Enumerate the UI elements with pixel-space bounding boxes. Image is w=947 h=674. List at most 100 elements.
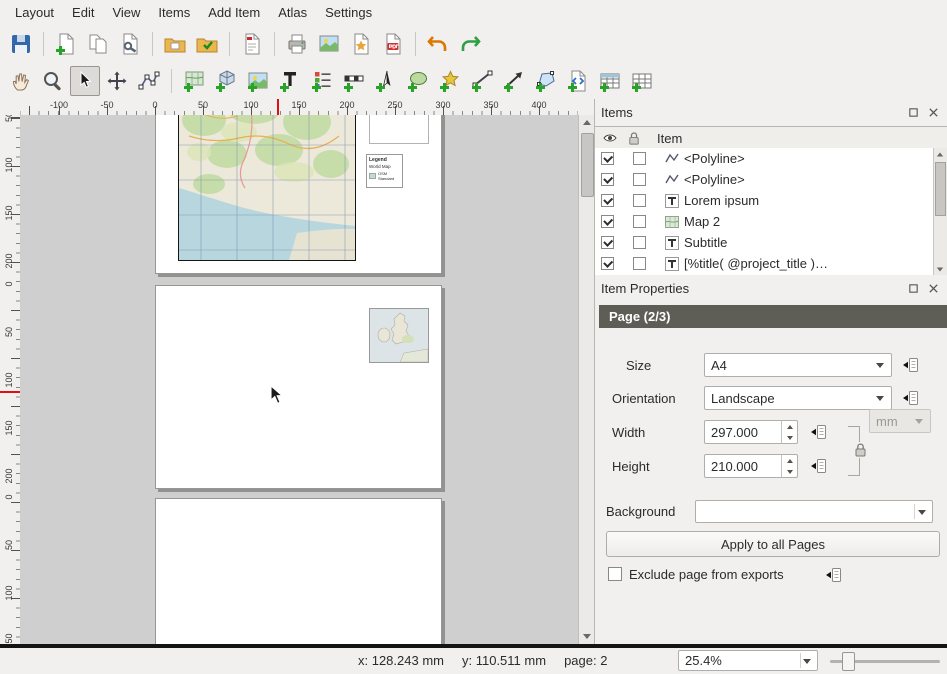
menu-item[interactable]: Edit [63, 2, 103, 23]
exclude-page-checkbox[interactable] [608, 567, 622, 581]
add-3d-map-button[interactable] [211, 66, 241, 96]
edit-nodes-tool-button[interactable] [134, 66, 164, 96]
layout-page-1[interactable]: Legend World Map OSM Standard [155, 115, 442, 274]
new-layout-button[interactable] [51, 29, 81, 59]
items-list-row[interactable]: <Polyline> [595, 148, 947, 169]
add-items-from-template-button[interactable] [160, 29, 190, 59]
spin-buttons[interactable] [781, 421, 797, 443]
add-attribute-table-button[interactable] [595, 66, 625, 96]
item-visibility-checkbox[interactable] [601, 173, 614, 186]
items-list-row[interactable]: [%title( @project_title )… [595, 253, 947, 274]
map-item[interactable] [178, 115, 356, 261]
item-visibility-checkbox[interactable] [601, 194, 614, 207]
layout-page-2[interactable] [155, 285, 442, 489]
legend-item[interactable]: Legend World Map OSM Standard [366, 154, 403, 188]
orientation-select[interactable]: Landscape [704, 386, 892, 410]
print-button[interactable] [282, 29, 312, 59]
apply-to-all-pages-button[interactable]: Apply to all Pages [606, 531, 940, 557]
new-report-button[interactable] [237, 29, 267, 59]
layout-manager-button[interactable] [115, 29, 145, 59]
item-lock-checkbox[interactable] [633, 236, 646, 249]
item-visibility-checkbox[interactable] [601, 152, 614, 165]
menu-item[interactable]: Items [149, 2, 199, 23]
scrollbar-thumb[interactable] [581, 133, 594, 197]
spin-down-arrow[interactable] [782, 432, 797, 443]
slider-handle[interactable] [842, 652, 855, 671]
undo-button[interactable] [423, 29, 453, 59]
add-north-arrow-button[interactable] [371, 66, 401, 96]
add-html-button[interactable] [563, 66, 593, 96]
scroll-up-arrow[interactable] [934, 148, 946, 160]
item-visibility-checkbox[interactable] [601, 215, 614, 228]
width-spinbox[interactable]: 297.000 [704, 420, 798, 444]
layout-viewport[interactable]: Legend World Map OSM Standard [20, 115, 578, 644]
size-data-defined-button[interactable] [898, 353, 922, 377]
scrollbar-thumb[interactable] [935, 162, 946, 216]
items-list-row[interactable]: Subtitle [595, 232, 947, 253]
scroll-down-arrow[interactable] [579, 629, 594, 644]
page-section-header[interactable]: Page (2/3) [599, 305, 947, 328]
scroll-up-arrow[interactable] [579, 115, 594, 130]
menu-item[interactable]: View [103, 2, 149, 23]
pan-tool-button[interactable] [6, 66, 36, 96]
export-pdf-button[interactable] [378, 29, 408, 59]
add-line-button[interactable] [467, 66, 497, 96]
add-arrow-button[interactable] [499, 66, 529, 96]
item-lock-checkbox[interactable] [633, 152, 646, 165]
add-fixed-table-button[interactable] [627, 66, 657, 96]
item-visibility-checkbox[interactable] [601, 257, 614, 270]
zoom-slider[interactable] [830, 648, 940, 674]
exclude-data-defined-button[interactable] [821, 563, 845, 587]
background-color-button[interactable] [695, 500, 933, 523]
save-project-button[interactable] [6, 29, 36, 59]
menu-item[interactable]: Add Item [199, 2, 269, 23]
duplicate-layout-button[interactable] [83, 29, 113, 59]
items-list-row[interactable]: Map 2 [595, 211, 947, 232]
item-lock-checkbox[interactable] [633, 173, 646, 186]
orientation-data-defined-button[interactable] [898, 386, 922, 410]
add-shape-button[interactable] [403, 66, 433, 96]
close-panel-button[interactable] [925, 104, 941, 120]
items-list-row[interactable]: <Polyline> [595, 169, 947, 190]
height-spinbox[interactable]: 210.000 [704, 454, 798, 478]
redo-button[interactable] [455, 29, 485, 59]
menu-item[interactable]: Atlas [269, 2, 316, 23]
select-move-item-tool-button[interactable] [70, 66, 100, 96]
save-as-template-button[interactable] [192, 29, 222, 59]
item-visibility-checkbox[interactable] [601, 236, 614, 249]
spin-up-arrow[interactable] [782, 421, 797, 432]
width-data-defined-button[interactable] [806, 420, 830, 444]
export-svg-button[interactable] [346, 29, 376, 59]
menu-item[interactable]: Layout [6, 2, 63, 23]
link-lock-icon[interactable] [854, 442, 867, 458]
add-marker-button[interactable] [435, 66, 465, 96]
float-panel-button[interactable] [905, 104, 921, 120]
height-data-defined-button[interactable] [806, 454, 830, 478]
canvas-vertical-scrollbar[interactable] [578, 115, 595, 644]
zoom-tool-button[interactable] [38, 66, 68, 96]
add-legend-button[interactable] [307, 66, 337, 96]
spin-down-arrow[interactable] [782, 466, 797, 477]
spin-up-arrow[interactable] [782, 455, 797, 466]
page-size-select[interactable]: A4 [704, 353, 892, 377]
layout-page-3[interactable] [155, 498, 442, 644]
add-node-item-button[interactable] [531, 66, 561, 96]
add-picture-button[interactable] [243, 66, 273, 96]
spin-buttons[interactable] [781, 455, 797, 477]
add-scalebar-button[interactable] [339, 66, 369, 96]
export-image-button[interactable] [314, 29, 344, 59]
overview-map-item[interactable] [369, 308, 429, 363]
title-label-item[interactable] [369, 115, 429, 144]
items-list-scrollbar[interactable] [933, 148, 947, 275]
add-label-button[interactable] [275, 66, 305, 96]
items-list-row[interactable]: Lorem ipsum [595, 190, 947, 211]
item-lock-checkbox[interactable] [633, 215, 646, 228]
scroll-down-arrow[interactable] [934, 263, 946, 275]
add-map-button[interactable] [179, 66, 209, 96]
item-lock-checkbox[interactable] [633, 257, 646, 270]
float-panel-button[interactable] [905, 280, 921, 296]
move-item-content-tool-button[interactable] [102, 66, 132, 96]
menu-item[interactable]: Settings [316, 2, 381, 23]
close-panel-button[interactable] [925, 280, 941, 296]
item-lock-checkbox[interactable] [633, 194, 646, 207]
